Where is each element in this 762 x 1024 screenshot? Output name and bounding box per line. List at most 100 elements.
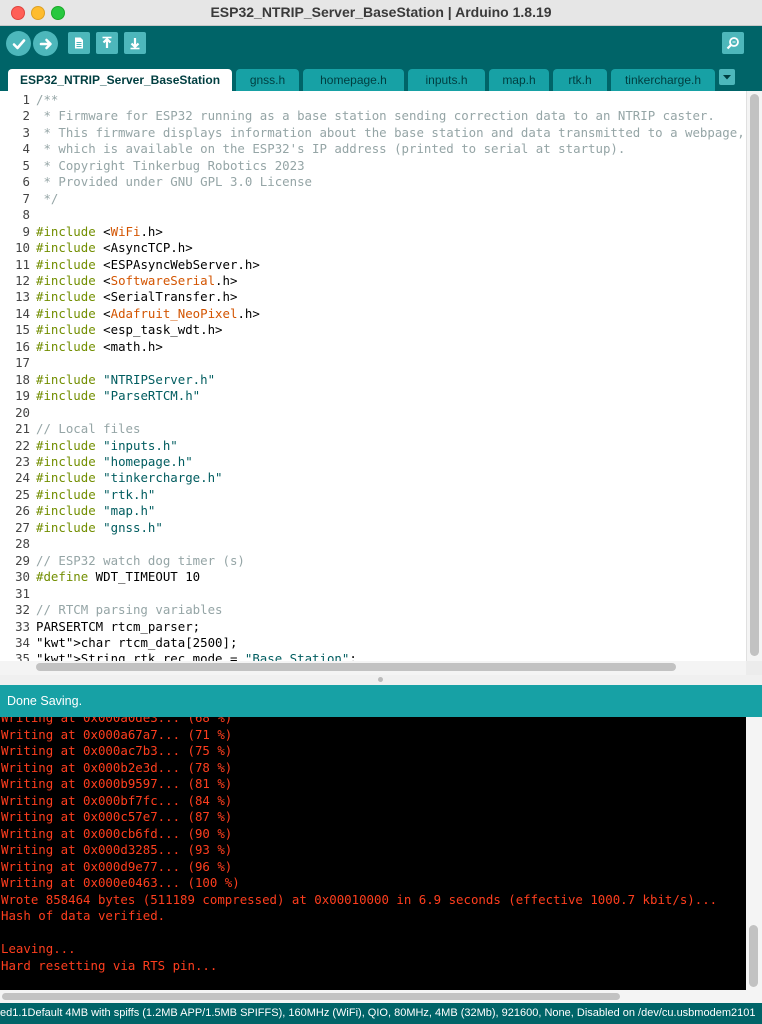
new-file-icon: [75, 37, 83, 49]
tab-gnss-h[interactable]: gnss.h: [236, 69, 299, 91]
line-number: 9: [22, 223, 30, 239]
code-line: 8: [0, 207, 745, 223]
line-number: 29: [15, 552, 30, 568]
line-number: 8: [22, 207, 30, 223]
code-line: 29// ESP32 watch dog timer (s): [0, 553, 745, 569]
console-line: Writing at 0x000b2e3d... (78 %): [1, 759, 233, 775]
status-message: Done Saving.: [7, 694, 83, 708]
console-line: Writing at 0x000ac7b3... (75 %): [1, 743, 233, 758]
line-number: 3: [22, 124, 30, 140]
board-info-text: ed1.1Default 4MB with spiffs (1.2MB APP/…: [0, 1007, 756, 1019]
console-line: Writing at 0x000bf7fc... (84 %): [1, 792, 233, 808]
console-line: Writing at 0x000a0de3... (68 %): [1, 717, 233, 725]
code-line: 26 #include "map.h": [0, 503, 745, 519]
line-number: 31: [15, 585, 30, 601]
output-console[interactable]: Writing at 0x000a0de3... (68 %) Writing a…: [0, 717, 746, 990]
console-line: Writing at 0x000cb6fd... (90 %): [1, 825, 233, 841]
tab-map-h[interactable]: map.h: [489, 69, 549, 91]
line-number: 27: [15, 519, 30, 535]
status-bar: Done Saving.: [0, 685, 762, 717]
board-info-bar: ed1.1Default 4MB with spiffs (1.2MB APP/…: [0, 1003, 762, 1024]
code-line: 27 #include "gnss.h": [0, 520, 745, 536]
editor-horizontal-scroll-thumb[interactable]: [36, 663, 676, 671]
line-number: 19: [15, 388, 30, 404]
code-line: 24 #include "tinkercharge.h": [0, 470, 745, 486]
code-line: 11 #include <ESPAsyncWebServer.h>: [0, 257, 745, 273]
serial-monitor-button[interactable]: [722, 32, 744, 54]
console-vertical-scroll-thumb[interactable]: [749, 925, 758, 987]
console-horizontal-scroll-thumb[interactable]: [2, 993, 620, 1000]
code-line: 20: [0, 405, 745, 421]
line-number: 25: [15, 486, 30, 502]
save-button[interactable]: [124, 32, 146, 54]
line-number: 10: [15, 240, 30, 256]
verify-button[interactable]: [6, 31, 31, 56]
code-line: 28: [0, 536, 745, 552]
code-line: 1/**: [0, 92, 745, 108]
console-line: Writing at 0x000a67a7... (71 %): [1, 726, 233, 742]
line-number: 26: [15, 503, 30, 519]
console-vertical-scrollbar[interactable]: [746, 717, 762, 990]
editor-horizontal-scrollbar[interactable]: [0, 661, 746, 675]
editor-vertical-scroll-thumb[interactable]: [750, 94, 759, 656]
tab-homepage-h[interactable]: homepage.h: [303, 69, 404, 91]
arrow-down-icon: [130, 38, 140, 50]
line-number: 32: [15, 602, 30, 618]
code-line: 14 #include <Adafruit_NeoPixel.h>: [0, 306, 745, 322]
tab-rtk-h[interactable]: rtk.h: [553, 69, 607, 91]
magnifier-icon: [726, 37, 739, 50]
tab-menu-button[interactable]: [719, 69, 735, 85]
line-number: 1: [22, 92, 30, 107]
line-number: 22: [15, 437, 30, 453]
line-number: 30: [15, 569, 30, 585]
new-sketch-button[interactable]: [68, 32, 90, 54]
code-line: 25 #include "rtk.h": [0, 487, 745, 503]
checkmark-icon: [12, 38, 25, 49]
line-number: 6: [22, 174, 30, 190]
code-line: 31: [0, 586, 745, 602]
code-line: 10 #include <AsyncTCP.h>: [0, 240, 745, 256]
code-line: 15 #include <esp_task_wdt.h>: [0, 322, 745, 338]
code-line: 3 * This firmware displays information a…: [0, 125, 745, 141]
line-number: 21: [15, 421, 30, 437]
console-line: Hard resetting via RTS pin...: [1, 957, 218, 973]
editor-vertical-scrollbar[interactable]: [746, 91, 762, 661]
upload-button[interactable]: [33, 31, 58, 56]
code-line: 22 #include "inputs.h": [0, 438, 745, 454]
code-editor[interactable]: 1/** 2 * Firmware for ESP32 running as a …: [0, 91, 746, 661]
line-number: 4: [22, 141, 30, 157]
console-line: Hash of data verified.: [1, 908, 166, 923]
pane-splitter[interactable]: [0, 675, 762, 685]
line-number: 24: [15, 470, 30, 486]
code-line: 4 * which is available on the ESP32's IP…: [0, 141, 745, 157]
line-number: 5: [22, 157, 30, 173]
tab-esp32-ntrip-server-basestation[interactable]: ESP32_NTRIP_Server_BaseStation: [8, 69, 232, 91]
open-button[interactable]: [96, 32, 118, 54]
line-number: 34: [15, 634, 30, 650]
arrow-right-icon: [39, 38, 52, 49]
console-horizontal-scrollbar[interactable]: [0, 990, 762, 1003]
line-number: 2: [22, 108, 30, 124]
line-number: 16: [15, 338, 30, 354]
console-line: Writing at 0x000d9e77... (96 %): [1, 858, 233, 874]
code-line: 16 #include <math.h>: [0, 339, 745, 355]
tab-inputs-h[interactable]: inputs.h: [408, 69, 485, 91]
line-number: 14: [15, 305, 30, 321]
line-number: 33: [15, 618, 30, 634]
line-number: 17: [15, 355, 30, 371]
code-line: 17: [0, 355, 745, 371]
line-number: 7: [22, 190, 30, 206]
line-number: 35: [15, 651, 30, 661]
console-line: Wrote 858464 bytes (511189 compressed) a…: [1, 891, 718, 907]
chevron-down-icon: [723, 75, 731, 80]
console-line: Writing at 0x000b9597... (81 %): [1, 776, 233, 791]
console-line: Writing at 0x000d3285... (93 %): [1, 842, 233, 857]
tab-tinkercharge-h[interactable]: tinkercharge.h: [611, 69, 715, 91]
line-number: 20: [15, 404, 30, 420]
console-line: Leaving...: [1, 941, 76, 956]
code-line: 5 * Copyright Tinkerbug Robotics 2023: [0, 158, 745, 174]
line-number: 18: [15, 371, 30, 387]
code-line: 30 #define WDT_TIMEOUT 10: [0, 569, 745, 585]
splitter-handle[interactable]: [378, 677, 383, 682]
